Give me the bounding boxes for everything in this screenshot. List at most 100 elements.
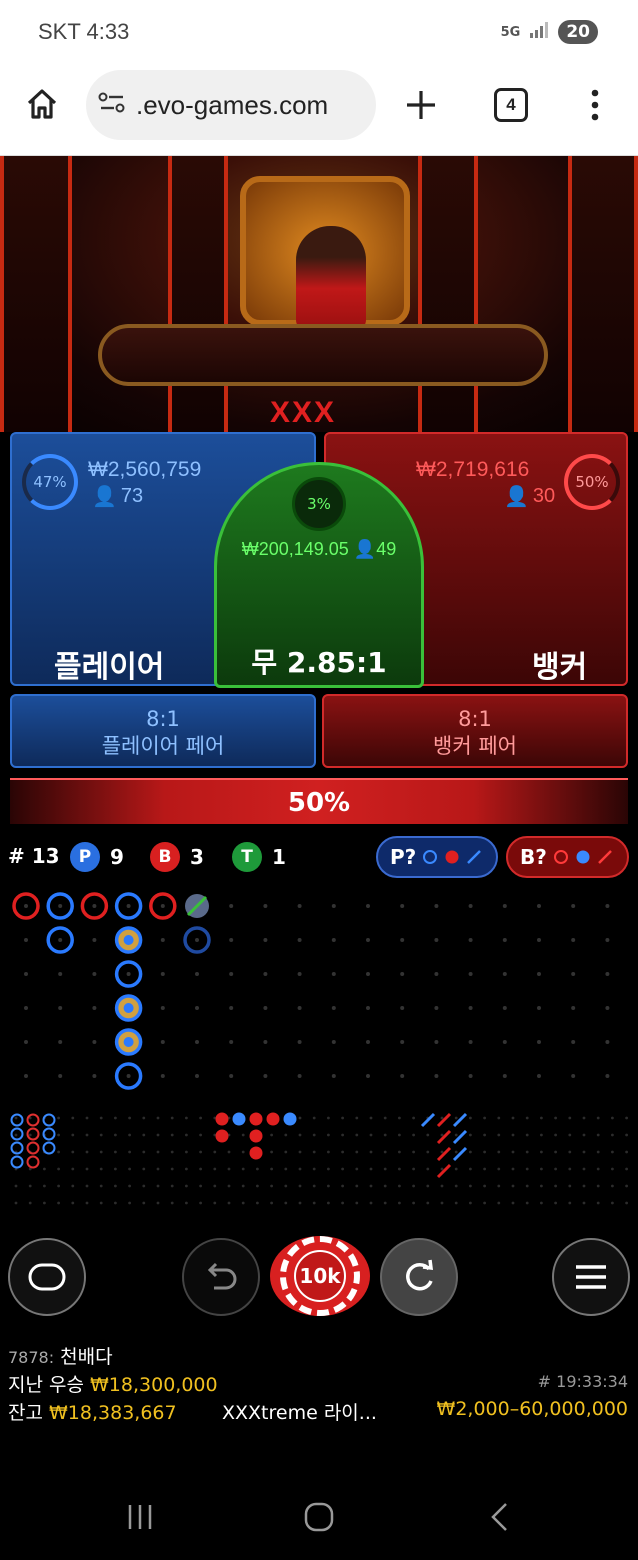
grid-dot xyxy=(160,938,165,942)
player-pair-label: 플레이어 페어 xyxy=(101,734,225,758)
grid-dot xyxy=(355,1116,359,1120)
grid-dot xyxy=(400,1040,405,1044)
banker-pair-label: 뱅커 페어 xyxy=(433,734,517,758)
player-predict-label: P? xyxy=(390,845,417,869)
derived-ring xyxy=(26,1127,40,1141)
grid-dot xyxy=(28,1184,32,1188)
pillar-right-2 xyxy=(418,156,478,432)
grid-dot xyxy=(398,1184,401,1188)
grid-dot xyxy=(483,1201,486,1205)
grid-dot xyxy=(383,1167,387,1171)
chat-button[interactable] xyxy=(8,1238,86,1316)
grid-dot xyxy=(625,1201,628,1205)
grid-dot xyxy=(58,938,63,942)
menu-dots-icon[interactable] xyxy=(588,88,602,122)
grid-dot xyxy=(92,972,97,976)
site-settings-icon[interactable] xyxy=(98,91,126,119)
grid-dot xyxy=(454,1201,458,1205)
grid-dot xyxy=(229,972,234,976)
grid-dot xyxy=(85,1116,89,1120)
grid-dot xyxy=(366,904,370,908)
menu-button[interactable] xyxy=(552,1238,630,1316)
grid-dot xyxy=(270,1184,273,1188)
grid-dot xyxy=(270,1201,273,1205)
grid-dot xyxy=(483,1184,486,1188)
grid-dot xyxy=(256,1201,259,1205)
grid-dot xyxy=(369,1116,373,1120)
grid-dot xyxy=(14,1116,18,1120)
grid-dot xyxy=(241,1150,245,1154)
person-icon: 👤 xyxy=(353,539,377,559)
grid-dot xyxy=(554,1167,557,1171)
selected-chip[interactable]: 10k xyxy=(280,1236,360,1316)
derived-slash xyxy=(436,1112,452,1128)
grid-dot xyxy=(537,938,541,942)
grid-dot xyxy=(284,1167,288,1171)
round-number: # 13 xyxy=(8,844,60,868)
grid-dot xyxy=(483,1150,486,1154)
grid-dot xyxy=(213,1150,217,1154)
grid-dot xyxy=(312,1167,316,1171)
player-predict-button[interactable]: P? xyxy=(376,836,499,878)
grid-dot xyxy=(511,1184,515,1188)
grid-dot xyxy=(554,1116,557,1120)
player-bettors: 73 xyxy=(120,485,144,507)
grid-dot xyxy=(454,1167,458,1171)
grid-dot xyxy=(434,938,439,942)
grid-dot xyxy=(199,1116,203,1120)
grid-dot xyxy=(383,1184,387,1188)
player-pair-bet[interactable]: 8:1 플레이어 페어 xyxy=(10,694,316,768)
banker-predict-button[interactable]: B? xyxy=(506,836,629,878)
grid-dot xyxy=(440,1201,444,1205)
grid-dot xyxy=(469,1167,472,1171)
grid-dot xyxy=(114,1116,117,1120)
grid-dot xyxy=(398,1167,401,1171)
undo-button[interactable] xyxy=(182,1238,260,1316)
road-stats: # 13 P 9 B 3 T 1 P? B? xyxy=(0,836,638,878)
derived-slash xyxy=(436,1129,452,1145)
grid-dot xyxy=(341,1184,344,1188)
grid-dot xyxy=(142,1150,146,1154)
grid-dot xyxy=(571,1074,576,1078)
grid-dot xyxy=(114,1133,117,1137)
grid-dot xyxy=(142,1184,146,1188)
grid-dot xyxy=(114,1201,117,1205)
grid-dot xyxy=(571,1040,576,1044)
grid-dot xyxy=(398,1133,401,1137)
grid-dot xyxy=(213,1167,217,1171)
new-tab-icon[interactable] xyxy=(404,88,438,122)
grid-dot xyxy=(92,1006,97,1010)
grid-dot xyxy=(43,1201,46,1205)
grid-dot xyxy=(227,1201,231,1205)
grid-dot xyxy=(195,1074,199,1078)
grid-dot xyxy=(468,938,473,942)
back-button[interactable] xyxy=(488,1502,510,1536)
repeat-button[interactable] xyxy=(380,1238,458,1316)
grid-dot xyxy=(142,1116,146,1120)
recents-button[interactable] xyxy=(126,1502,156,1536)
home-icon[interactable] xyxy=(24,86,60,122)
grid-dot xyxy=(398,1150,401,1154)
grid-dot xyxy=(582,1201,586,1205)
grid-dot xyxy=(57,1116,60,1120)
tie-bet-spot[interactable]: 3% ₩200,149.05 👤49 무 2.85:1 xyxy=(214,462,424,688)
grid-dot xyxy=(483,1116,486,1120)
recents-icon xyxy=(128,1505,152,1529)
grid-dot xyxy=(400,972,405,976)
grid-dot xyxy=(537,972,541,976)
grid-dot xyxy=(195,938,199,942)
pillar-right xyxy=(568,156,638,432)
system-nav-bar xyxy=(0,1470,638,1560)
grid-dot xyxy=(366,1074,370,1078)
grid-dot xyxy=(366,972,370,976)
url-field[interactable]: .evo-games.com xyxy=(86,70,376,140)
grid-dot xyxy=(426,1133,430,1137)
derived-dot xyxy=(232,1112,246,1126)
home-nav-button[interactable] xyxy=(303,1502,335,1536)
banker-pair-bet[interactable]: 8:1 뱅커 페어 xyxy=(322,694,628,768)
grid-dot xyxy=(263,972,268,976)
tabs-button[interactable]: 4 xyxy=(494,88,528,122)
grid-dot xyxy=(170,1116,174,1120)
grid-dot xyxy=(540,1167,543,1171)
grid-dot xyxy=(284,1150,288,1154)
